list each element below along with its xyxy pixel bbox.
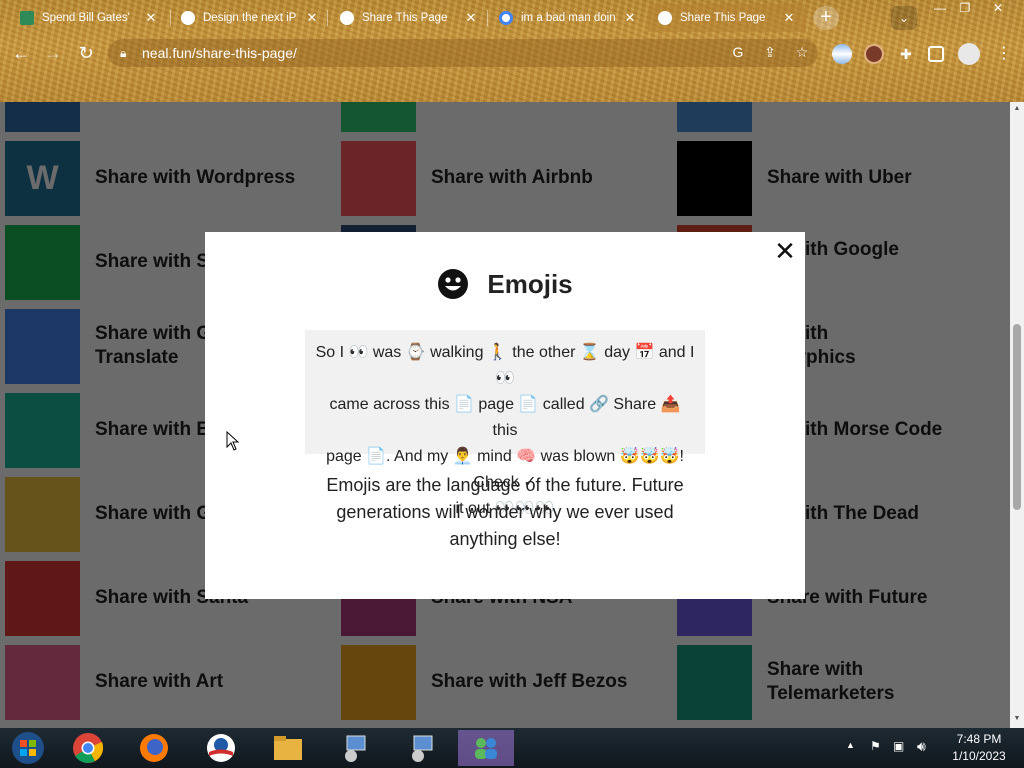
close-tab-icon[interactable]: ✕	[305, 10, 319, 26]
bookmark-star-icon[interactable]: ☆	[793, 43, 811, 61]
google-favicon-icon	[499, 11, 513, 25]
tab-title: Share This Page	[362, 12, 448, 24]
tab-google-search[interactable]: im a bad man doing ✕	[489, 4, 647, 32]
messenger-people-icon	[475, 738, 497, 759]
tab-share-this-page-active[interactable]: Share This Page ✕	[648, 4, 806, 32]
volume-icon[interactable]: 🔊︎	[917, 738, 926, 768]
restore-icon[interactable]: ❐	[952, 0, 978, 18]
scroll-thumb[interactable]	[1013, 324, 1021, 510]
new-tab-button[interactable]: +	[813, 6, 839, 30]
scroll-up-icon[interactable]: ▲	[1013, 105, 1021, 113]
chrome-icon	[73, 733, 104, 763]
share-icon[interactable]: ⇪	[761, 43, 779, 61]
tab-spend-bill-gates[interactable]: Spend Bill Gates' ✕	[10, 4, 168, 32]
page-scrollbar[interactable]: ▲ ▼	[1010, 102, 1024, 728]
smiley-icon	[438, 269, 469, 299]
address-bar[interactable]: 🔒︎ neal.fun/share-this-page/	[108, 39, 818, 67]
start-button[interactable]	[0, 730, 56, 766]
windows-orb-icon	[12, 732, 44, 764]
network-icon[interactable]: ▣	[893, 739, 904, 768]
window-close-icon[interactable]: ✕	[985, 0, 1011, 18]
side-panel-icon[interactable]	[928, 46, 944, 62]
taskbar-network-app-1[interactable]	[327, 730, 383, 766]
close-tab-icon[interactable]: ✕	[144, 10, 158, 26]
browser-chrome: Spend Bill Gates' ✕ Design the next iP ✕…	[0, 0, 1024, 102]
show-hidden-icons[interactable]: ▲	[846, 740, 855, 768]
google-lens-icon[interactable]: G	[729, 43, 747, 61]
tab-strip: Spend Bill Gates' ✕ Design the next iP ✕…	[0, 0, 1024, 34]
drop-favicon-icon	[181, 11, 195, 25]
tab-share-this-page[interactable]: Share This Page ✕	[330, 4, 488, 32]
taskbar-network-app-2[interactable]	[394, 730, 450, 766]
mouse-cursor-icon	[226, 431, 240, 451]
taskbar-chrome[interactable]	[60, 730, 116, 766]
back-arrow-icon[interactable]: ←	[8, 40, 34, 66]
clock-time: 7:48 PM	[956, 732, 1002, 746]
extension-avatar-icon[interactable]	[864, 44, 884, 64]
reload-icon[interactable]: ↻	[73, 40, 99, 66]
taskbar-obama-app[interactable]	[193, 730, 249, 766]
close-tab-icon[interactable]: ✕	[464, 10, 478, 26]
forward-arrow-icon[interactable]: →	[40, 40, 66, 66]
taskbar-file-explorer[interactable]	[260, 730, 316, 766]
close-tab-icon[interactable]: ✕	[623, 10, 637, 26]
action-center-flag-icon[interactable]: ⚑	[870, 739, 881, 768]
taskbar-firefox[interactable]	[126, 730, 182, 766]
tab-title: Spend Bill Gates'	[42, 12, 130, 24]
folder-icon	[274, 736, 302, 760]
emoji-example-text: So I 👀 was ⌚ walking 🚶 the other ⌛ day 📅…	[305, 330, 705, 517]
taskbar-clock[interactable]: 7:48 PM 1/10/2023	[944, 731, 1014, 765]
firefox-icon	[140, 734, 168, 762]
scroll-down-icon[interactable]: ▼	[1013, 715, 1021, 723]
profile-avatar-icon[interactable]	[958, 43, 980, 65]
money-favicon-icon	[20, 11, 34, 25]
windows-taskbar: ▲ ⚑ ▣ 🔊︎ 7:48 PM 1/10/2023	[0, 728, 1024, 768]
close-modal-button[interactable]: ✕	[772, 238, 798, 264]
clock-date: 1/10/2023	[952, 749, 1006, 763]
extension-flag-icon[interactable]	[832, 44, 852, 64]
tab-separator	[487, 10, 488, 26]
tab-title: im a bad man doing	[521, 12, 615, 24]
tab-search-button[interactable]: ⌄	[891, 6, 917, 30]
quote-line: came across this 📄 page 📄 called 🔗 Share…	[329, 396, 681, 439]
tab-title: Design the next iP	[203, 12, 297, 24]
extensions-puzzle-icon[interactable]: ✚	[896, 44, 916, 64]
taskbar-messenger[interactable]	[458, 730, 514, 766]
tab-design-next-iphone[interactable]: Design the next iP ✕	[171, 4, 329, 32]
minimize-icon[interactable]: —	[927, 0, 953, 18]
url-text: neal.fun/share-this-page/	[142, 45, 297, 61]
globe-favicon-icon	[340, 11, 354, 25]
globe-favicon-icon	[658, 11, 672, 25]
close-tab-icon[interactable]: ✕	[782, 10, 796, 26]
obama-logo-icon	[207, 734, 235, 762]
menu-kebab-icon[interactable]: ⋮	[996, 44, 1012, 64]
modal-title: Emojis	[487, 268, 573, 299]
quote-line: So I 👀 was ⌚ walking 🚶 the other ⌛ day 📅…	[315, 344, 695, 387]
network-computer-icon	[345, 735, 366, 762]
modal-description: Emojis are the language of the future. F…	[326, 475, 684, 549]
network-computer-icon	[412, 735, 433, 762]
tab-separator	[327, 10, 328, 26]
tab-title: Share This Page	[680, 12, 766, 24]
modal-header: Emojis	[205, 268, 805, 300]
emojis-modal: ✕ Emojis So I 👀 was ⌚ walking 🚶 the othe…	[205, 232, 805, 599]
lock-icon: 🔒︎	[120, 45, 127, 60]
